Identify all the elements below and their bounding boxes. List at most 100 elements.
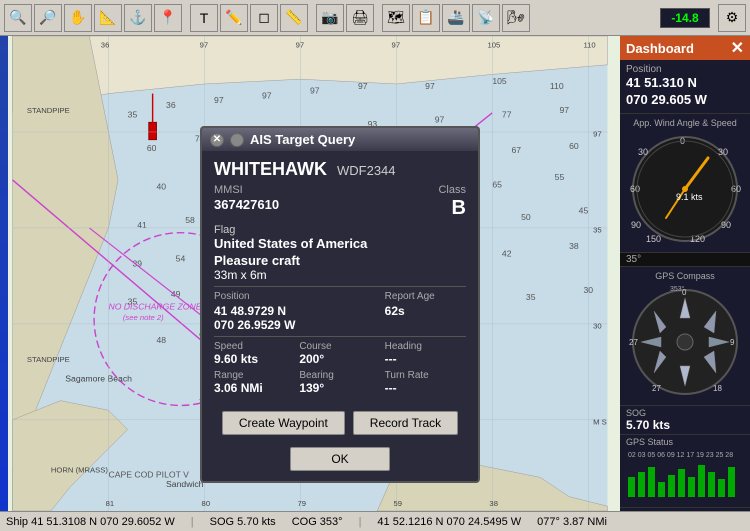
svg-text:18: 18: [713, 384, 722, 393]
svg-text:41: 41: [137, 220, 147, 230]
svg-text:97: 97: [296, 41, 305, 50]
sog-section: SOG 5.70 kts: [620, 406, 750, 435]
svg-text:60: 60: [147, 143, 157, 153]
compass-section: GPS Compass: [620, 267, 750, 406]
gps-status-label: GPS Status: [626, 437, 744, 447]
compass-label: GPS Compass: [655, 271, 715, 281]
svg-text:38: 38: [569, 241, 579, 251]
svg-text:110: 110: [583, 41, 595, 50]
course-label: Course: [299, 341, 380, 352]
dialog-minimize-button[interactable]: [230, 133, 244, 147]
svg-text:150: 150: [646, 234, 661, 244]
dialog-close-button[interactable]: ✕: [210, 133, 224, 147]
chart-area[interactable]: 35 36 97 97 97 97 97 105 110 60 74 80 90…: [0, 36, 620, 511]
dialog-title: AIS Target Query: [250, 132, 355, 147]
bearing-status: 077° 3.87 NMi: [537, 516, 607, 528]
speed-display: -14.8: [660, 8, 710, 28]
svg-text:90: 90: [631, 220, 641, 230]
svg-text:STANDPIPE: STANDPIPE: [27, 106, 70, 115]
svg-text:36: 36: [166, 100, 176, 110]
svg-text:97: 97: [358, 81, 368, 91]
svg-text:50: 50: [521, 212, 531, 222]
mmsi-label: MMSI: [214, 184, 243, 196]
svg-text:97: 97: [593, 130, 602, 139]
ais-dialog: ✕ AIS Target Query WHITEHAWK WDF2344 MMS…: [200, 126, 480, 483]
settings-button[interactable]: ⚙: [718, 4, 746, 32]
sog-status: SOG 5.70 kts: [210, 516, 276, 528]
sog-label: SOG: [626, 408, 744, 418]
chart-button[interactable]: 🗺: [382, 4, 410, 32]
svg-text:97: 97: [214, 95, 224, 105]
svg-text:81: 81: [106, 499, 115, 508]
vessel-size: 33m x 6m: [214, 268, 466, 282]
svg-text:45: 45: [579, 206, 589, 216]
course-value: 200°: [299, 352, 380, 366]
position-lat: 41 51.310 N: [626, 75, 744, 92]
svg-text:30: 30: [593, 322, 602, 331]
zoom-in-button[interactable]: 🔍: [4, 4, 32, 32]
gps-button[interactable]: 📡: [472, 4, 500, 32]
svg-text:STANDPIPE: STANDPIPE: [27, 355, 70, 364]
report-age-value: 62s: [385, 304, 466, 318]
svg-text:9: 9: [730, 338, 735, 347]
svg-text:(see note 2): (see note 2): [123, 313, 164, 322]
eraser-button[interactable]: ◻: [250, 4, 278, 32]
ok-button[interactable]: OK: [290, 447, 389, 471]
bearing-label: Bearing: [299, 370, 380, 381]
svg-text:35: 35: [526, 292, 536, 302]
dashboard-panel: Dashboard ✕ Position 41 51.310 N 070 29.…: [620, 36, 750, 511]
dashboard-header: Dashboard ✕: [620, 36, 750, 60]
wind-gauge-svg: 0 30 60 90 120 150 90 60 30 9.1 kts: [626, 130, 744, 248]
toolbar: 🔍 🔎 ✋ 📐 ⚓ 📍 T ✏️ ◻ 📏 📷 🖨 🗺 📋 🚢 📡 🌬 -14.8…: [0, 0, 750, 36]
svg-text:36: 36: [101, 41, 110, 50]
pan-button[interactable]: ✋: [64, 4, 92, 32]
gps-status-svg: 02 03 05 06 09 12 17 19 23 25 28: [626, 447, 744, 502]
ais-button[interactable]: 🚢: [442, 4, 470, 32]
svg-text:97: 97: [392, 41, 401, 50]
svg-text:97: 97: [310, 86, 320, 96]
svg-text:110: 110: [550, 81, 564, 91]
vessel-name: WHITEHAWK: [214, 159, 327, 180]
svg-text:58: 58: [185, 215, 195, 225]
svg-text:65: 65: [492, 180, 502, 190]
svg-text:60: 60: [630, 184, 640, 194]
svg-text:27: 27: [652, 384, 661, 393]
svg-text:38: 38: [489, 499, 498, 508]
compass-svg: 0 9 18 27 27 353°: [626, 283, 744, 401]
position-label: Position: [626, 64, 744, 75]
zoom-out-button[interactable]: 🔎: [34, 4, 62, 32]
waypoint-button[interactable]: 📍: [154, 4, 182, 32]
layers-button[interactable]: 📋: [412, 4, 440, 32]
speed-label: Speed: [214, 341, 295, 352]
svg-text:97: 97: [559, 105, 569, 115]
svg-text:97: 97: [262, 90, 272, 100]
pencil-button[interactable]: ✏️: [220, 4, 248, 32]
dialog-ok-area: OK: [202, 443, 478, 481]
dialog-buttons: Create Waypoint Record Track: [202, 403, 478, 443]
dialog-titlebar: ✕ AIS Target Query: [202, 128, 478, 151]
svg-text:55: 55: [555, 172, 565, 182]
wind-button[interactable]: 🌬: [502, 4, 530, 32]
ship-position: Ship 41 51.3108 N 070 29.6052 W: [6, 516, 175, 528]
lon-pos: 070 26.9529 W: [214, 318, 466, 332]
turn-rate-value: ---: [385, 381, 466, 395]
measure-button[interactable]: 📏: [280, 4, 308, 32]
bearing-value: 139°: [299, 381, 380, 395]
record-track-button[interactable]: Record Track: [353, 411, 458, 435]
camera-button[interactable]: 📷: [316, 4, 344, 32]
report-age-label: Report Age: [385, 291, 466, 302]
anchor-button[interactable]: ⚓: [124, 4, 152, 32]
cursor-position: 41 52.1216 N 070 24.5495 W: [377, 516, 521, 528]
position-lon: 070 29.605 W: [626, 92, 744, 109]
route-button[interactable]: 📐: [94, 4, 122, 32]
create-waypoint-button[interactable]: Create Waypoint: [222, 411, 345, 435]
svg-text:HORN (MRASS): HORN (MRASS): [51, 466, 108, 475]
dashboard-close-icon[interactable]: ✕: [731, 38, 744, 58]
svg-text:30: 30: [638, 147, 648, 157]
dashboard-title: Dashboard: [626, 41, 694, 56]
print-button[interactable]: 🖨: [346, 4, 374, 32]
text-button[interactable]: T: [190, 4, 218, 32]
wind-gauge-section: App. Wind Angle & Speed 0 30 60 90 120 1…: [620, 114, 750, 253]
svg-text:27: 27: [629, 338, 638, 347]
svg-text:M S: M S: [593, 418, 607, 427]
